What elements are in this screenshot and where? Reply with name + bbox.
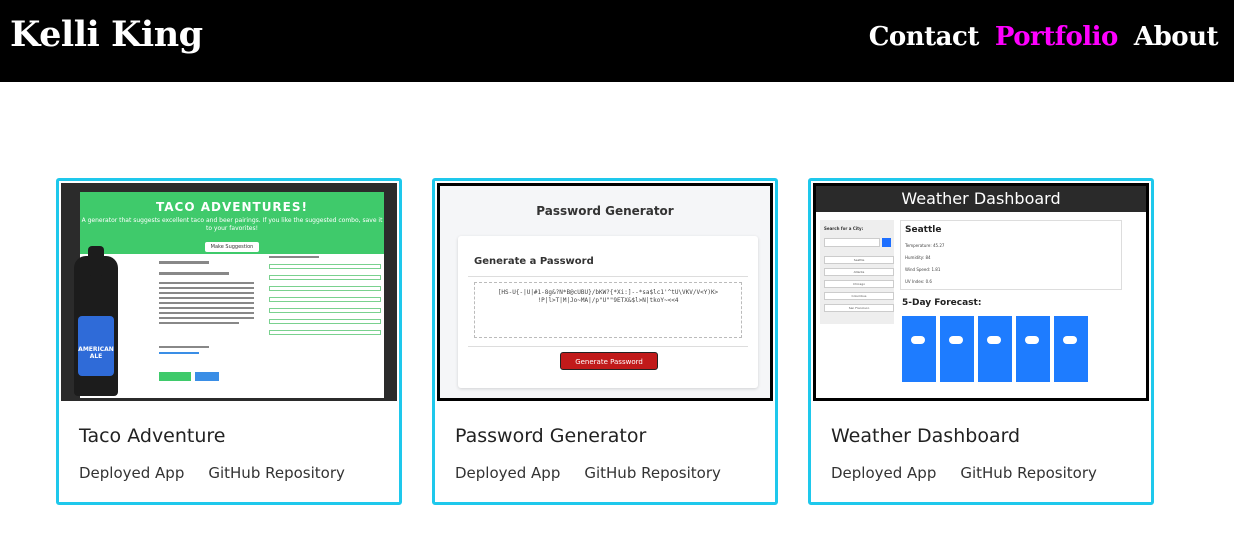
card-title: Taco Adventure [79, 425, 226, 447]
cloud-icon [987, 336, 1001, 344]
github-repo-link[interactable]: GitHub Repository [208, 464, 345, 482]
wx-search-label: Search for a City: [824, 226, 864, 231]
text-line [159, 261, 209, 264]
brand-name[interactable]: Kelli King [10, 14, 203, 55]
project-card-password: Password Generator Generate a Password [… [432, 178, 778, 505]
text-line [269, 256, 319, 258]
saved-pairing [269, 275, 381, 280]
pw-output: [HS-U{-|U|#1-8g&?N*B@cUBU}/bKW?{*Xi:]--*… [474, 282, 742, 338]
wx-city-item: Atlanta [824, 268, 894, 276]
text-line [159, 272, 229, 275]
cloud-icon [1063, 336, 1077, 344]
wx-forecast-label: 5-Day Forecast: [902, 298, 982, 308]
saved-pairing [269, 319, 381, 324]
saved-pairing [269, 264, 381, 269]
main-nav: Contact Portfolio About [869, 22, 1219, 52]
pw-subheading: Generate a Password [474, 256, 594, 267]
taco-screenshot[interactable]: TACO ADVENTURES! A generator that sugges… [61, 183, 397, 401]
nav-about[interactable]: About [1134, 22, 1219, 52]
saved-pairing [269, 308, 381, 313]
taco-subtitle: A generator that suggests excellent taco… [81, 217, 383, 232]
forecast-day [902, 316, 936, 382]
saved-pairing [269, 297, 381, 302]
pw-heading: Password Generator [536, 204, 674, 218]
text-line [159, 322, 239, 324]
text-line [159, 312, 254, 314]
wx-city-item: San Francisco [824, 304, 894, 312]
divider [468, 276, 748, 277]
divider [468, 346, 748, 347]
wx-stat: Temperature: 45.27 [905, 243, 945, 248]
text-line [159, 302, 254, 304]
deployed-app-link[interactable]: Deployed App [455, 464, 560, 482]
card-links: Deployed App GitHub Repository [79, 464, 345, 482]
text-line [159, 352, 199, 354]
text-line [159, 297, 254, 299]
nav-contact[interactable]: Contact [869, 22, 980, 52]
cloud-icon [949, 336, 963, 344]
forecast-day [1016, 316, 1050, 382]
beer-bottle-image: AMERICAN ALE [74, 246, 118, 396]
wx-stat: UV Index: 0.6 [905, 279, 932, 284]
taco-banner: TACO ADVENTURES! A generator that sugges… [80, 192, 384, 254]
taco-blue-button [195, 372, 219, 381]
card-links: Deployed App GitHub Repository [831, 464, 1097, 482]
deployed-app-link[interactable]: Deployed App [831, 464, 936, 482]
weather-screenshot[interactable]: Weather Dashboard Search for a City: Sea… [813, 183, 1149, 401]
forecast-day [978, 316, 1012, 382]
github-repo-link[interactable]: GitHub Repository [584, 464, 721, 482]
card-links: Deployed App GitHub Repository [455, 464, 721, 482]
text-line [159, 287, 254, 289]
top-navbar: Kelli King Contact Portfolio About [0, 0, 1234, 82]
forecast-day [940, 316, 974, 382]
wx-city-item: Chicago [824, 280, 894, 288]
search-icon [882, 238, 891, 247]
card-title: Weather Dashboard [831, 425, 1021, 447]
forecast-day [1054, 316, 1088, 382]
taco-heading: TACO ADVENTURES! [156, 200, 308, 214]
taco-green-button [159, 372, 191, 381]
wx-sidebar: Search for a City: Seattle Atlanta Chica… [820, 220, 894, 324]
deployed-app-link[interactable]: Deployed App [79, 464, 184, 482]
bottle-neck [88, 246, 104, 276]
saved-pairing [269, 286, 381, 291]
nav-portfolio[interactable]: Portfolio [995, 22, 1119, 52]
text-line [159, 346, 209, 348]
cloud-icon [911, 336, 925, 344]
card-title: Password Generator [455, 425, 647, 447]
github-repo-link[interactable]: GitHub Repository [960, 464, 1097, 482]
text-line [159, 317, 254, 319]
wx-current-city: Seattle [905, 225, 942, 235]
pw-card: Generate a Password [HS-U{-|U|#1-8g&?N*B… [458, 236, 758, 388]
wx-stat: Humidity: 84 [905, 255, 931, 260]
bottle-label: AMERICAN ALE [78, 316, 114, 376]
generate-password-button: Generate Password [560, 352, 658, 370]
wx-current: Seattle Temperature: 45.27 Humidity: 84 … [900, 220, 1122, 290]
wx-stat: Wind Speed: 1.81 [905, 267, 941, 272]
project-card-weather: Weather Dashboard Search for a City: Sea… [808, 178, 1154, 505]
wx-heading: Weather Dashboard [816, 186, 1146, 212]
text-line [159, 282, 254, 284]
cloud-icon [1025, 336, 1039, 344]
wx-city-item: Columbus [824, 292, 894, 300]
password-screenshot[interactable]: Password Generator Generate a Password [… [437, 183, 773, 401]
wx-city-item: Seattle [824, 256, 894, 264]
text-line [159, 307, 254, 309]
taco-suggest-button: Make Suggestion [204, 242, 260, 252]
wx-search-input [824, 238, 880, 247]
saved-pairing [269, 330, 381, 335]
project-card-taco: TACO ADVENTURES! A generator that sugges… [56, 178, 402, 505]
text-line [159, 292, 254, 294]
